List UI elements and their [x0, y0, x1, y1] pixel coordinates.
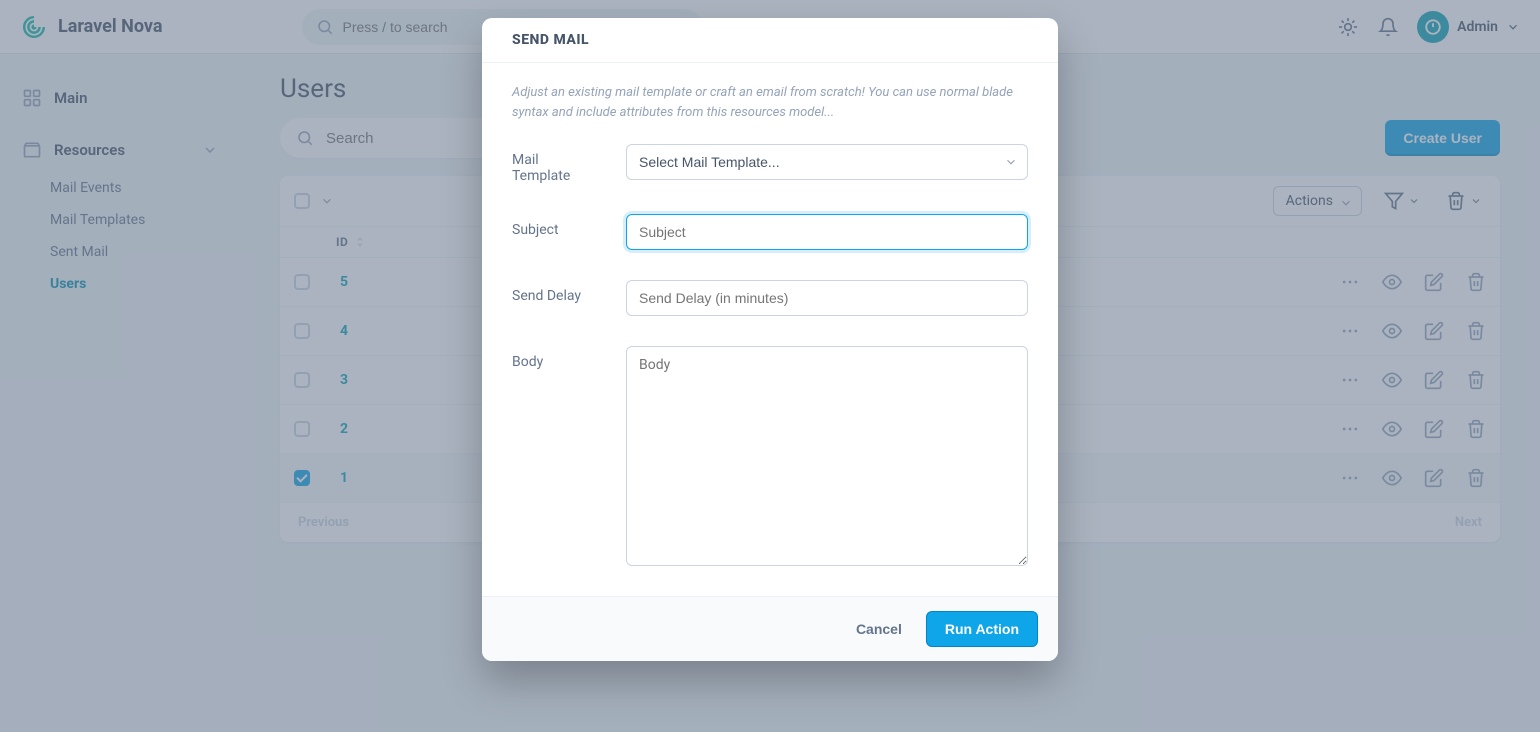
field-subject: Subject [512, 214, 1028, 250]
field-body: Body [512, 346, 1028, 570]
subject-label: Subject [512, 214, 592, 238]
modal-description: Adjust an existing mail template or craf… [512, 83, 1028, 122]
field-template: Mail Template Select Mail Template... [512, 144, 1028, 184]
modal-overlay[interactable]: SEND MAIL Adjust an existing mail templa… [0, 0, 1540, 732]
template-label: Mail Template [512, 144, 592, 184]
body-textarea[interactable] [626, 346, 1028, 566]
subject-input[interactable] [626, 214, 1028, 250]
modal-footer: Cancel Run Action [482, 596, 1058, 661]
run-action-button[interactable]: Run Action [926, 611, 1038, 647]
template-select[interactable]: Select Mail Template... [626, 144, 1028, 180]
delay-input[interactable] [626, 280, 1028, 316]
modal-body: Adjust an existing mail template or craf… [482, 63, 1058, 596]
cancel-button[interactable]: Cancel [842, 611, 916, 647]
field-delay: Send Delay [512, 280, 1028, 316]
delay-label: Send Delay [512, 280, 592, 304]
send-mail-modal: SEND MAIL Adjust an existing mail templa… [482, 18, 1058, 661]
body-label: Body [512, 346, 592, 370]
modal-title: SEND MAIL [482, 18, 1058, 63]
